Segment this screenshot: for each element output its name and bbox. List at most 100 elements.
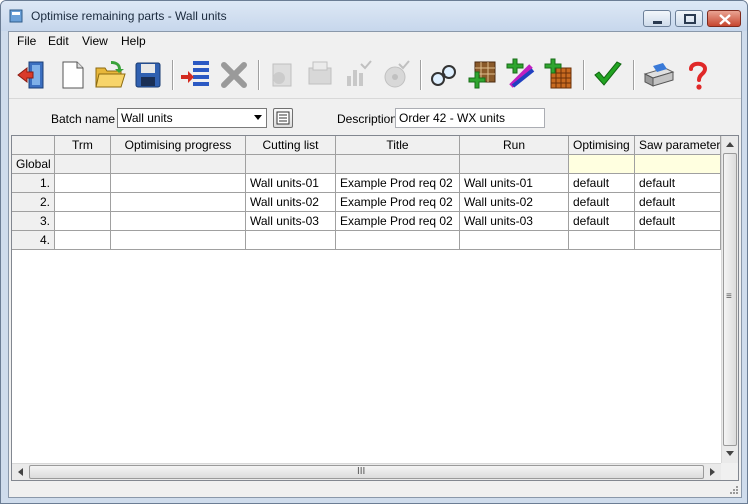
grid-cell-trm[interactable]: [55, 212, 111, 231]
menu-help[interactable]: Help: [121, 34, 146, 48]
grid-cell-saw-parameters[interactable]: default: [635, 174, 721, 193]
grid-cell-cutting-list[interactable]: [246, 231, 336, 250]
help-button[interactable]: [681, 58, 715, 92]
grid-cell-title[interactable]: [336, 155, 460, 174]
maximize-icon: [684, 14, 696, 24]
grid-cell-cutting-list[interactable]: Wall units-03: [246, 212, 336, 231]
scroll-up-icon[interactable]: [726, 142, 734, 147]
close-button[interactable]: [707, 10, 741, 27]
open-button[interactable]: [93, 58, 127, 92]
maximize-button[interactable]: [675, 10, 703, 27]
scroll-down-icon[interactable]: [726, 451, 734, 456]
column-header-optimising-params[interactable]: Optimising ...: [569, 136, 635, 155]
batch-name-label: Batch name: [51, 112, 116, 126]
batch-browse-button[interactable]: [273, 108, 293, 128]
minimize-button[interactable]: [643, 10, 671, 27]
grid-cell-title[interactable]: Example Prod req 02: [336, 174, 460, 193]
column-header-optimising-progress[interactable]: Optimising progress: [111, 136, 246, 155]
grid-cell-optimising-progress[interactable]: [111, 231, 246, 250]
title-bar[interactable]: Optimise remaining parts - Wall units: [1, 1, 747, 31]
grid-cell-run[interactable]: [460, 155, 569, 174]
toolbar-separator: [583, 60, 585, 90]
add-row-icon: [181, 61, 209, 86]
close-icon: [719, 14, 731, 25]
grid-cell-optimising-progress[interactable]: [111, 212, 246, 231]
exit-button[interactable]: [15, 58, 49, 92]
column-header-saw-parameters[interactable]: Saw parameters: [635, 136, 721, 155]
grid-cell-run[interactable]: Wall units-01: [460, 174, 569, 193]
print-list-button[interactable]: [303, 58, 337, 92]
grid-cell-cutting-list[interactable]: Wall units-02: [246, 193, 336, 212]
graph-button[interactable]: [341, 58, 375, 92]
column-header-run[interactable]: Run: [460, 136, 569, 155]
grid-cell-optimising-progress[interactable]: [111, 193, 246, 212]
grid-cell-optimising-params[interactable]: [569, 155, 635, 174]
new-button[interactable]: [55, 58, 89, 92]
grid-cell-saw-parameters[interactable]: default: [635, 212, 721, 231]
add-board-button[interactable]: [465, 58, 499, 92]
batch-name-select[interactable]: Wall units: [117, 108, 267, 128]
scroll-grip: ≡: [726, 291, 732, 302]
optimise-button[interactable]: [265, 58, 299, 92]
search-button[interactable]: [427, 58, 461, 92]
app-window: Optimise remaining parts - Wall units Fi…: [0, 0, 748, 504]
grid-cell-cutting-list[interactable]: [246, 155, 336, 174]
description-input[interactable]: Order 42 - WX units: [395, 108, 545, 128]
add-edge-button[interactable]: [503, 58, 537, 92]
grid-cell-run[interactable]: Wall units-03: [460, 212, 569, 231]
confirm-button[interactable]: [591, 58, 625, 92]
grid-cell-saw-parameters[interactable]: [635, 231, 721, 250]
batch-grid[interactable]: Trm Optimising progress Cutting list Title R…: [11, 135, 739, 481]
vertical-scroll-thumb[interactable]: ≡: [723, 153, 737, 446]
grid-cell-trm[interactable]: [55, 193, 111, 212]
grid-cell-saw-parameters[interactable]: default: [635, 193, 721, 212]
row-header: Global: [12, 155, 55, 174]
add-edge-icon: [506, 58, 535, 88]
grid-cell-title[interactable]: Example Prod req 02: [336, 212, 460, 231]
grid-cell-title[interactable]: [336, 231, 460, 250]
print-button[interactable]: [641, 58, 675, 92]
window-title: Optimise remaining parts - Wall units: [31, 9, 227, 23]
menu-bar: File Edit View Help: [9, 32, 741, 51]
column-header-title[interactable]: Title: [336, 136, 460, 155]
menu-file[interactable]: File: [17, 34, 36, 48]
grid-cell-saw-parameters[interactable]: [635, 155, 721, 174]
horizontal-scroll-thumb[interactable]: III: [29, 465, 704, 479]
grid-cell-optimising-progress[interactable]: [111, 174, 246, 193]
grid-cell-trm[interactable]: [55, 174, 111, 193]
grid-cell-optimising-params[interactable]: default: [569, 193, 635, 212]
add-pattern-button[interactable]: [541, 58, 575, 92]
grid-cell-optimising-params[interactable]: [569, 231, 635, 250]
scroll-left-icon[interactable]: [18, 468, 23, 476]
save-button[interactable]: [131, 58, 165, 92]
print-list-icon: [308, 61, 332, 85]
column-header-trm[interactable]: Trm: [55, 136, 111, 155]
grid-cell-run[interactable]: Wall units-02: [460, 193, 569, 212]
grid-cell-optimising-params[interactable]: default: [569, 212, 635, 231]
grid-cell-title[interactable]: Example Prod req 02: [336, 193, 460, 212]
grid-cell-run[interactable]: [460, 231, 569, 250]
toolbar-separator: [172, 60, 174, 90]
add-row-button[interactable]: [179, 58, 213, 92]
client-area: File Edit View Help Batch name Wall unit…: [8, 31, 742, 498]
chevron-down-icon[interactable]: [254, 115, 262, 120]
resize-grip-icon[interactable]: [729, 485, 739, 495]
column-header-row-number: [12, 136, 55, 155]
grid-cell-trm[interactable]: [55, 231, 111, 250]
saw-button[interactable]: [379, 58, 413, 92]
scroll-right-icon[interactable]: [710, 468, 715, 476]
horizontal-scrollbar[interactable]: III: [12, 463, 721, 480]
menu-edit[interactable]: Edit: [48, 34, 69, 48]
vertical-scrollbar[interactable]: ≡: [721, 136, 738, 463]
saw-icon: [384, 60, 410, 88]
grid-cell-trm[interactable]: [55, 155, 111, 174]
grid-cell-optimising-params[interactable]: default: [569, 174, 635, 193]
delete-button[interactable]: [217, 58, 251, 92]
graph-icon: [347, 60, 372, 86]
column-header-cutting-list[interactable]: Cutting list: [246, 136, 336, 155]
grid-cell-optimising-progress[interactable]: [111, 155, 246, 174]
grid-cell-cutting-list[interactable]: Wall units-01: [246, 174, 336, 193]
search-icon: [431, 65, 456, 86]
menu-view[interactable]: View: [82, 34, 108, 48]
toolbar-separator: [633, 60, 635, 90]
